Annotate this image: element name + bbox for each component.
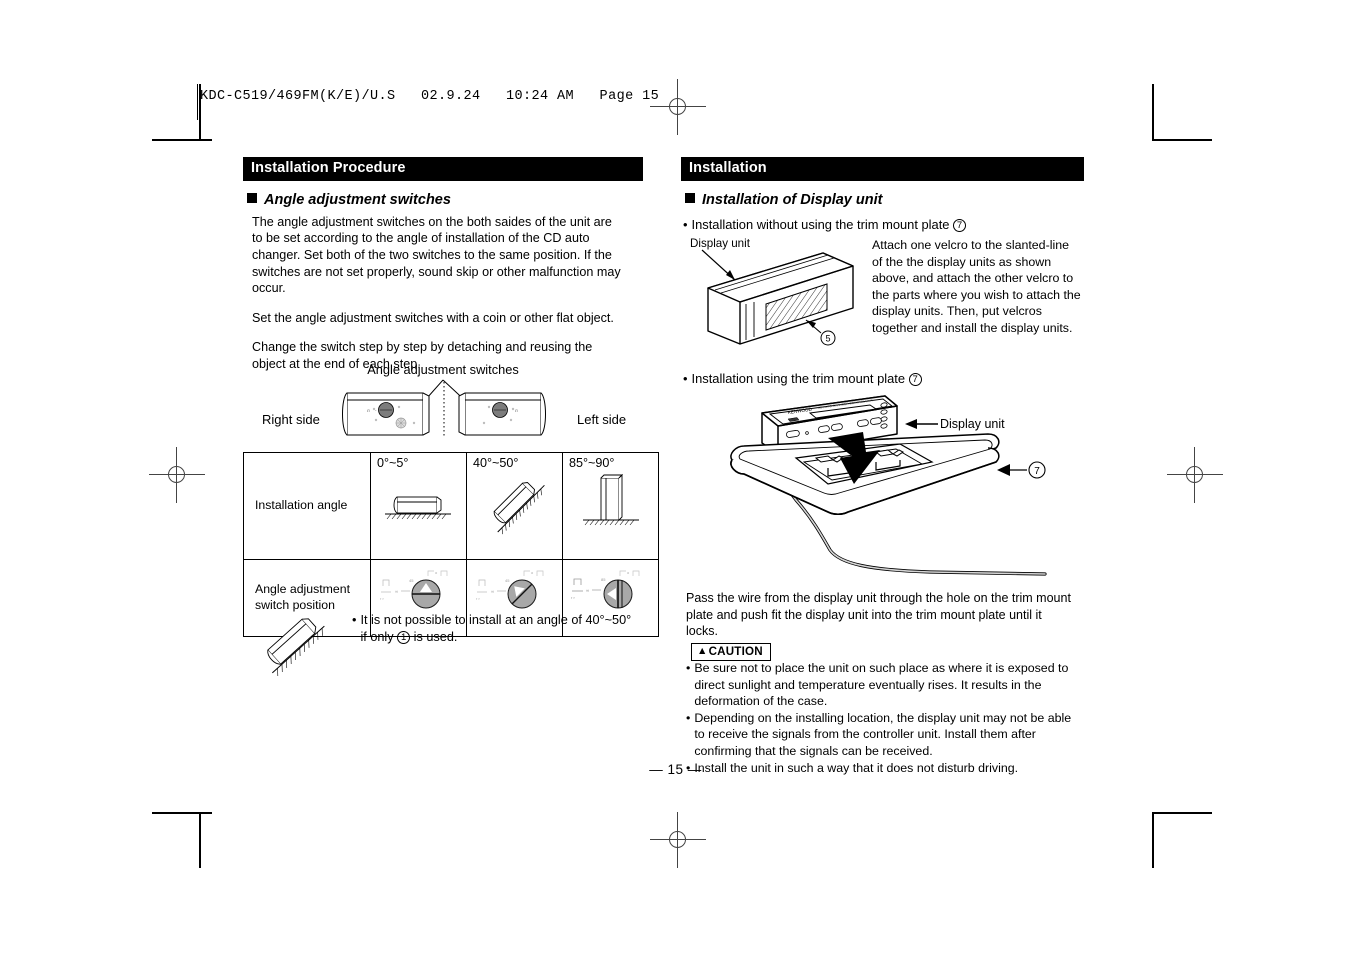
- crop-mark-top-left-h: [152, 139, 212, 141]
- svg-text:r r: r r: [380, 596, 384, 601]
- circled-number-7b: 7: [908, 373, 922, 386]
- angle-switches-drawing: л - л: [342, 379, 546, 436]
- svg-text:л: л: [367, 408, 370, 413]
- item2-bullet: •: [683, 371, 688, 386]
- illustration-not-possible-angle: [267, 618, 325, 677]
- display-unit-drawing: 5: [701, 249, 854, 346]
- column-header-85-90: 85°~90°: [569, 456, 615, 470]
- item1-bullet: •: [683, 216, 688, 232]
- crop-mark-top-right-v: [1152, 84, 1154, 140]
- note-text-after: is used.: [413, 629, 458, 644]
- item-install-without-trim-plate: • Installation without using the trim mo…: [683, 216, 1084, 233]
- illustration-tilted-mount: [493, 482, 545, 535]
- svg-text:o: o: [435, 570, 438, 575]
- svg-text:o: o: [627, 570, 630, 575]
- cell-angle-40-50: 40°~50°: [466, 452, 563, 560]
- subheading-installation-of-display-unit: Installation of Display unit: [685, 192, 1084, 208]
- trim-mount-drawing: KENWOOD CD AUTO CHANGER CONTROL UNIT 7: [730, 395, 1047, 576]
- registration-target-top: [650, 79, 706, 135]
- job-slug: KDC-C519/469FM(K/E)/U.S 02.9.24 10:24 AM…: [200, 89, 660, 104]
- pass-wire-instructions: Pass the wire from the display unit thro…: [686, 591, 1071, 639]
- page-number: — 15 —: [649, 762, 702, 777]
- subheading-label: Angle adjustment switches: [264, 191, 451, 208]
- svg-text:o: o: [531, 570, 534, 575]
- note-bullet: •: [352, 613, 357, 627]
- registration-target-left: [149, 447, 205, 503]
- manual-page: KDC-C519/469FM(K/E)/U.S 02.9.24 10:24 AM…: [0, 0, 1351, 954]
- item-install-using-trim-plate: • Installation using the trim mount plat…: [683, 370, 1083, 387]
- callout-5-text: 5: [825, 334, 830, 344]
- crop-mark-bottom-left-h: [152, 812, 212, 814]
- svg-text:л: л: [515, 408, 518, 413]
- figure-display-unit: 5: [688, 236, 868, 354]
- caution-item: • Be sure not to place the unit on such …: [686, 660, 1078, 710]
- svg-text:∞: ∞: [395, 589, 398, 594]
- paragraph-1: The angle adjustment switches on the bot…: [252, 214, 621, 296]
- row-label-installation-angle: Installation angle: [243, 452, 371, 560]
- right-column: Installation Installation of Display uni…: [681, 157, 1084, 233]
- crop-mark-bottom-right-v: [1152, 812, 1154, 868]
- svg-text:∞: ∞: [491, 589, 494, 594]
- caution-items-list: • Be sure not to place the unit on such …: [686, 660, 1078, 776]
- column-header-0-5: 0°~5°: [377, 456, 409, 470]
- caution-item: • Depending on the installing location, …: [686, 710, 1078, 760]
- svg-text:45: 45: [505, 578, 510, 583]
- paragraph-2: Set the angle adjustment switches with a…: [252, 310, 614, 325]
- caution-item-text: Be sure not to place the unit on such pl…: [694, 661, 1069, 709]
- velcro-instructions: Attach one velcro to the slanted-line of…: [872, 238, 1081, 335]
- circled-number-7: 7: [953, 218, 967, 232]
- caution-item-text: Depending on the installing location, th…: [694, 710, 1072, 759]
- svg-text:∞: ∞: [586, 588, 589, 593]
- square-bullet-icon: [247, 192, 257, 203]
- note-body: It is not possible to install at an angl…: [360, 612, 632, 646]
- circled-number-1: 1: [397, 630, 411, 644]
- table-row-installation-angle: Installation angle 0°~5° 40°~50° 85°~90°: [243, 452, 659, 560]
- slug-divider: [197, 84, 198, 120]
- caution-bullet: •: [686, 710, 691, 725]
- callout-7-text: 7: [1034, 466, 1040, 477]
- illustration-vertical-mount: [583, 473, 639, 526]
- caution-label: CAUTION: [708, 645, 763, 658]
- column-header-40-50: 40°~50°: [473, 456, 519, 470]
- caution-bullet: •: [686, 661, 691, 675]
- registration-target-right: [1167, 447, 1223, 503]
- table-note: • It is not possible to install at an an…: [252, 608, 644, 688]
- figure-angle-adjustment-switches: Angle adjustment switches Right side Lef…: [243, 362, 643, 442]
- caution-badge: ▲ CAUTION: [691, 643, 771, 661]
- svg-text:r r: r r: [476, 596, 480, 601]
- subheading-angle-adjustment-switches: Angle adjustment switches: [247, 192, 643, 208]
- svg-text:85: 85: [601, 577, 606, 582]
- figure-trim-mount-plate: KENWOOD CD AUTO CHANGER CONTROL UNIT 7: [700, 388, 1070, 588]
- item1-text: Installation without using the trim moun…: [691, 216, 950, 232]
- warning-triangle-icon: ▲: [697, 645, 708, 657]
- crop-mark-bottom-right-h: [1152, 812, 1212, 814]
- section-title-installation-procedure: Installation Procedure: [243, 157, 643, 181]
- cell-angle-85-90: 85°~90°: [562, 452, 659, 560]
- crop-mark-bottom-left-v: [199, 812, 201, 868]
- item2-text: Installation using the trim mount plate: [691, 371, 906, 386]
- item1-body: Installation without using the trim moun…: [692, 216, 967, 233]
- illustration-horizontal-mount: [385, 496, 451, 520]
- cell-angle-0-5: 0°~5°: [370, 452, 467, 560]
- left-column: Installation Procedure Angle adjustment …: [243, 157, 643, 373]
- subheading-label: Installation of Display unit: [702, 191, 883, 208]
- square-bullet-icon: [685, 192, 695, 203]
- section-title-installation: Installation: [681, 157, 1084, 181]
- item2-body: Installation using the trim mount plate …: [692, 370, 922, 387]
- angle-switch-description: The angle adjustment switches on the bot…: [252, 214, 624, 373]
- crop-mark-top-right-h: [1152, 139, 1212, 141]
- svg-text:r r: r r: [571, 595, 575, 600]
- note-text: • It is not possible to install at an an…: [352, 612, 632, 646]
- registration-target-bottom: [650, 812, 706, 868]
- svg-text:45: 45: [409, 578, 414, 583]
